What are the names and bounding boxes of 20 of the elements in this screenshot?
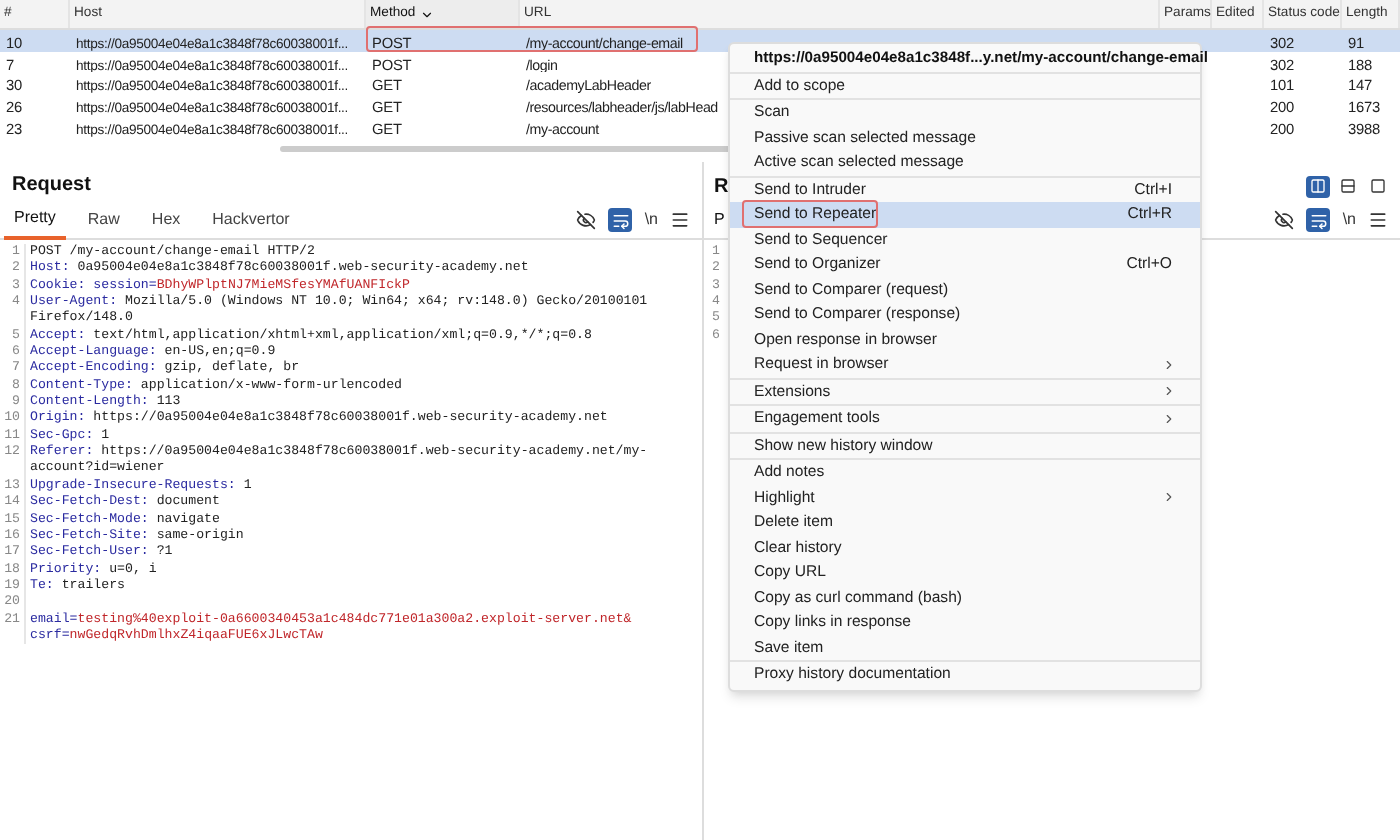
tab[interactable]: Pretty	[4, 201, 66, 239]
tab[interactable]: P	[708, 208, 731, 232]
newline-toggle[interactable]: \n	[1342, 208, 1356, 232]
tab[interactable]: Hackvertor	[202, 201, 300, 239]
panel-title: R	[712, 173, 731, 201]
tab[interactable]: Raw	[77, 201, 130, 239]
newline-toggle[interactable]: \n	[644, 208, 658, 232]
panel-title: Request	[10, 172, 93, 200]
layout-button[interactable]	[1306, 175, 1330, 197]
tab[interactable]: Hex	[141, 201, 191, 239]
menu-icon[interactable]	[670, 210, 690, 230]
hide-icon[interactable]	[576, 210, 597, 230]
hide-icon[interactable]	[1274, 210, 1295, 230]
wrap-button[interactable]	[1306, 208, 1331, 232]
menu-icon[interactable]	[1368, 210, 1388, 230]
layout-button[interactable]	[1336, 175, 1360, 197]
sort-caret-icon	[419, 7, 434, 21]
layout-button[interactable]	[1366, 175, 1390, 197]
highlight-frame	[742, 200, 878, 228]
wrap-button[interactable]	[608, 208, 633, 232]
